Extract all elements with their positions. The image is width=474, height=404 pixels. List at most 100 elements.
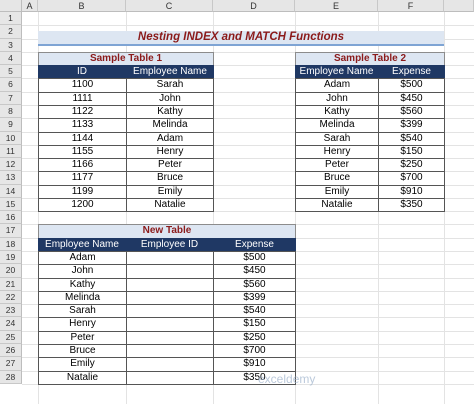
table3-cell[interactable]: John	[38, 264, 127, 279]
table3-cell[interactable]	[126, 357, 214, 372]
table3-cell[interactable]: $250	[213, 330, 296, 345]
table1-cell[interactable]: Melinda	[126, 118, 214, 133]
column-header-E[interactable]: E	[295, 0, 378, 12]
column-header-C[interactable]: C	[126, 0, 213, 12]
row-header-10[interactable]: 10	[0, 131, 22, 145]
table3-cell[interactable]: Kathy	[38, 277, 127, 292]
table1-cell[interactable]: Natalie	[126, 197, 214, 213]
row-header-9[interactable]: 9	[0, 118, 22, 132]
table3-cell[interactable]: Sarah	[38, 304, 127, 319]
table3-cell[interactable]	[126, 251, 214, 266]
table2-cell[interactable]: $250	[378, 158, 445, 173]
table1-cell[interactable]: Emily	[126, 184, 214, 199]
table3-cell[interactable]: $700	[213, 344, 296, 359]
row-header-27[interactable]: 27	[0, 357, 22, 371]
table1-cell[interactable]: Kathy	[126, 104, 214, 120]
table1-cell[interactable]: John	[126, 91, 214, 106]
table3-cell[interactable]	[126, 277, 214, 292]
row-header-12[interactable]: 12	[0, 158, 22, 172]
table2-cell[interactable]: Emily	[295, 184, 379, 199]
table3-caption[interactable]: New Table	[38, 224, 296, 239]
table2-cell[interactable]: $500	[378, 78, 445, 93]
row-header-13[interactable]: 13	[0, 171, 22, 185]
spreadsheet-grid[interactable]: A B C D E F 1 2 3 4 5 6 7 8 9 10 11 12 13 14 15 16 17 18 19 20 21 2…	[0, 0, 474, 404]
table1-cell[interactable]: 1177	[38, 171, 127, 186]
table3-cell[interactable]: $150	[213, 317, 296, 332]
column-header-blank[interactable]	[444, 0, 474, 12]
table2-header[interactable]: Employee Name	[295, 65, 378, 80]
column-header-B[interactable]: B	[38, 0, 126, 12]
table3-cell[interactable]: Bruce	[38, 344, 127, 359]
table3-cell[interactable]	[126, 330, 214, 345]
row-header-14[interactable]: 14	[0, 184, 22, 198]
table2-cell[interactable]: $150	[378, 144, 445, 160]
table1-cell[interactable]: 1100	[38, 78, 127, 93]
table3-cell[interactable]: $910	[213, 357, 296, 372]
row-header-2[interactable]: 2	[0, 25, 22, 39]
table1-header[interactable]: Employee Name	[126, 65, 214, 80]
table2-cell[interactable]: Kathy	[295, 104, 379, 120]
table2-cell[interactable]: $700	[378, 171, 445, 186]
table3-cell[interactable]	[126, 304, 214, 319]
table3-cell[interactable]: $399	[213, 290, 296, 306]
row-header-17[interactable]: 17	[0, 224, 22, 238]
table3-cell[interactable]: Natalie	[38, 370, 127, 385]
row-header-5[interactable]: 5	[0, 65, 22, 79]
row-header-24[interactable]: 24	[0, 317, 22, 331]
table2-cell[interactable]: Bruce	[295, 171, 379, 186]
row-header-22[interactable]: 22	[0, 290, 22, 305]
table1-cell[interactable]: 1166	[38, 158, 127, 173]
row-header-1[interactable]: 1	[0, 12, 22, 26]
row-header-18[interactable]: 18	[0, 237, 22, 252]
table1-header[interactable]: ID	[38, 65, 126, 80]
table3-cell[interactable]: Henry	[38, 317, 127, 332]
table2-cell[interactable]: $350	[378, 197, 445, 213]
table2-cell[interactable]: $540	[378, 131, 445, 146]
row-header-28[interactable]: 28	[0, 370, 22, 384]
table3-header[interactable]: Employee Name	[38, 237, 126, 253]
table1-cell[interactable]: Henry	[126, 144, 214, 160]
row-header-23[interactable]: 23	[0, 304, 22, 318]
table2-cell[interactable]: $399	[378, 118, 445, 133]
table2-cell[interactable]: Adam	[295, 78, 379, 93]
table2-header[interactable]: Expense	[378, 65, 445, 80]
table3-cell[interactable]	[126, 317, 214, 332]
table3-cell[interactable]: $450	[213, 264, 296, 279]
table3-cell[interactable]	[126, 290, 214, 306]
table3-cell[interactable]: $500	[213, 251, 296, 266]
table3-cell[interactable]	[126, 264, 214, 279]
row-header-15[interactable]: 15	[0, 197, 22, 212]
table2-cell[interactable]: John	[295, 91, 379, 106]
table1-cell[interactable]: Adam	[126, 131, 214, 146]
table2-cell[interactable]: $450	[378, 91, 445, 106]
column-header-A[interactable]: A	[22, 0, 38, 12]
row-header-3[interactable]: 3	[0, 38, 22, 52]
row-header-16[interactable]: 16	[0, 211, 22, 225]
table1-cell[interactable]: Sarah	[126, 78, 214, 93]
table2-cell[interactable]: Sarah	[295, 131, 379, 146]
table3-cell[interactable]: $560	[213, 277, 296, 292]
table2-cell[interactable]: Natalie	[295, 197, 379, 213]
column-header-D[interactable]: D	[213, 0, 295, 12]
column-header-F[interactable]: F	[378, 0, 444, 12]
table1-cell[interactable]: 1133	[38, 118, 127, 133]
row-header-26[interactable]: 26	[0, 344, 22, 358]
row-header-8[interactable]: 8	[0, 104, 22, 119]
table1-caption[interactable]: Sample Table 1	[38, 51, 214, 67]
table1-cell[interactable]: 1199	[38, 184, 127, 199]
table3-cell[interactable]: Emily	[38, 357, 127, 372]
row-header-21[interactable]: 21	[0, 277, 22, 291]
table2-cell[interactable]: Peter	[295, 158, 379, 173]
row-header-11[interactable]: 11	[0, 144, 22, 159]
table2-cell[interactable]: $560	[378, 104, 445, 120]
table3-cell[interactable]	[126, 370, 214, 385]
row-header-7[interactable]: 7	[0, 91, 22, 105]
select-all-corner[interactable]	[0, 0, 22, 12]
row-header-25[interactable]: 25	[0, 330, 22, 344]
row-header-20[interactable]: 20	[0, 264, 22, 278]
table1-cell[interactable]: 1111	[38, 91, 127, 106]
row-header-4[interactable]: 4	[0, 51, 22, 66]
table3-cell[interactable]: Peter	[38, 330, 127, 345]
table1-cell[interactable]: 1155	[38, 144, 127, 160]
table1-cell[interactable]: 1200	[38, 197, 127, 213]
